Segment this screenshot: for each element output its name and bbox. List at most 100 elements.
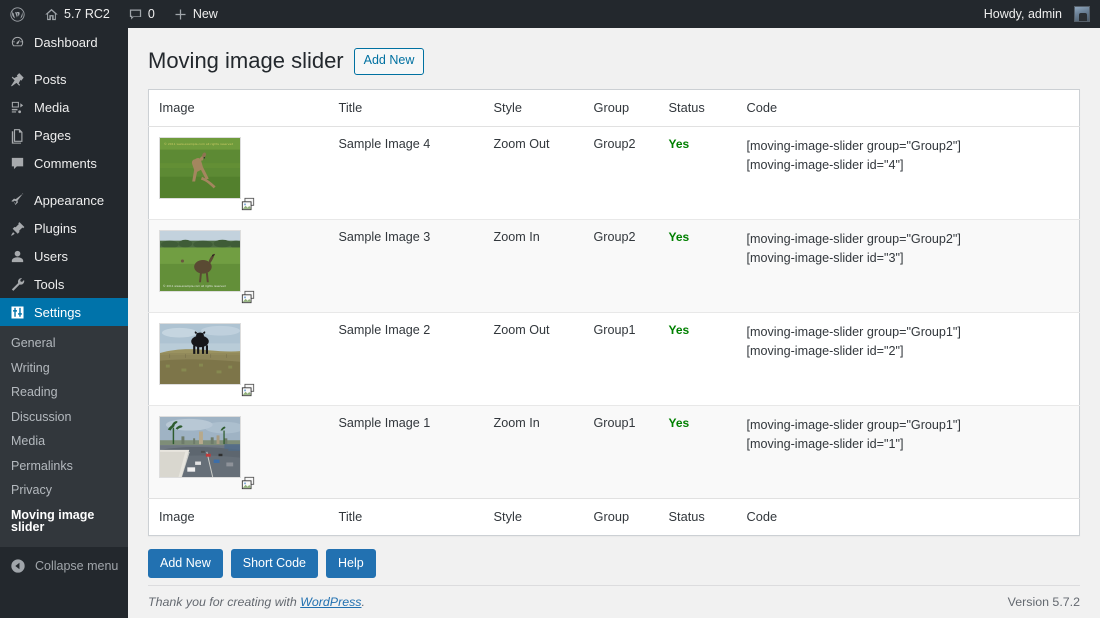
submenu-item-media[interactable]: Media bbox=[0, 429, 128, 454]
adminbar-comment-count: 0 bbox=[147, 7, 155, 21]
column-footer-title[interactable]: Title bbox=[328, 497, 484, 536]
help-button[interactable]: Help bbox=[325, 548, 376, 578]
sidebar-item-media[interactable]: Media bbox=[0, 93, 128, 121]
column-footer-status[interactable]: Status bbox=[658, 497, 737, 536]
page-title: Moving image slider bbox=[148, 48, 344, 73]
footer-version: Version 5.7.2 bbox=[1007, 595, 1080, 609]
cell-status: Yes bbox=[658, 219, 737, 313]
column-header-image[interactable]: Image bbox=[148, 89, 329, 127]
sidebar-item-pages[interactable]: Pages bbox=[0, 121, 128, 149]
submenu-item-reading[interactable]: Reading bbox=[0, 380, 128, 405]
user-icon bbox=[11, 250, 24, 262]
slider-thumbnail-road[interactable] bbox=[159, 415, 241, 478]
shortcode-group: [moving-image-slider group="Group1"] bbox=[746, 417, 961, 432]
column-header-style[interactable]: Style bbox=[483, 89, 584, 127]
short-code-button[interactable]: Short Code bbox=[230, 548, 318, 578]
adminbar-site-name[interactable]: 5.7 RC2 bbox=[35, 0, 119, 28]
duplicate-image-icon[interactable] bbox=[241, 476, 255, 490]
main-content: Moving image slider Add New Image Title … bbox=[128, 28, 1100, 618]
avatar bbox=[1074, 6, 1090, 22]
plugins-icon bbox=[11, 221, 25, 236]
sidebar-item-label: Pages bbox=[34, 127, 71, 143]
column-header-code[interactable]: Code bbox=[736, 89, 1080, 127]
shortcode-id: [moving-image-slider id="3"] bbox=[746, 251, 904, 266]
paintbrush-icon bbox=[11, 192, 24, 205]
menu-separator bbox=[0, 56, 128, 65]
sidebar-item-appearance[interactable]: Appearance bbox=[0, 186, 128, 214]
submenu-item-writing[interactable]: Writing bbox=[0, 356, 128, 381]
status-badge: Yes bbox=[668, 229, 690, 244]
adminbar-wp-logo-menu[interactable] bbox=[0, 0, 35, 28]
pages-icon bbox=[11, 128, 23, 144]
adminbar-new-content[interactable]: New bbox=[164, 0, 227, 28]
shortcode-group: [moving-image-slider group="Group1"] bbox=[746, 324, 961, 339]
footer-thanks-suffix: . bbox=[361, 595, 365, 609]
column-footer-style[interactable]: Style bbox=[483, 497, 584, 536]
thumbnail-wrapper: © 2011 www.example.com all rights reserv… bbox=[159, 229, 255, 303]
admin-bar: 5.7 RC2 0 New Howdy, admin bbox=[0, 0, 1100, 28]
table-row: Sample Image 2 Zoom Out Group1 Yes [movi… bbox=[148, 312, 1080, 406]
sidebar-item-comments[interactable]: Comments bbox=[0, 149, 128, 177]
table-header-row: Image Title Style Group Status Code bbox=[148, 89, 1080, 127]
sidebar-item-label: Comments bbox=[34, 155, 97, 171]
add-new-button[interactable]: Add New bbox=[148, 548, 223, 578]
column-footer-code[interactable]: Code bbox=[736, 497, 1080, 536]
settings-sliders-icon bbox=[11, 305, 24, 319]
sidebar-item-tools[interactable]: Tools bbox=[0, 270, 128, 298]
submenu-item-moving-image-slider[interactable]: Moving image slider bbox=[0, 503, 128, 540]
cell-code: [moving-image-slider group="Group2"] [mo… bbox=[736, 126, 1080, 220]
footer-thanks-prefix: Thank you for creating with bbox=[148, 595, 301, 609]
adminbar-comments[interactable]: 0 bbox=[119, 0, 164, 28]
column-header-status[interactable]: Status bbox=[658, 89, 737, 127]
pin-icon bbox=[11, 72, 24, 86]
sidebar-item-users[interactable]: Users bbox=[0, 242, 128, 270]
cell-code: [moving-image-slider group="Group2"] [mo… bbox=[736, 219, 1080, 313]
submenu-item-permalinks[interactable]: Permalinks bbox=[0, 454, 128, 479]
page-header: Moving image slider Add New bbox=[148, 38, 1080, 89]
collapse-menu-button[interactable]: Collapse menu bbox=[0, 547, 128, 585]
sidebar-item-label: Dashboard bbox=[34, 34, 98, 50]
table-row: © 2011 www.example.com all rights reserv… bbox=[148, 126, 1080, 220]
slider-thumbnail-emu[interactable]: © 2011 www.example.com all rights reserv… bbox=[159, 229, 241, 292]
sidebar-item-label: Posts bbox=[34, 71, 67, 87]
cell-style: Zoom In bbox=[483, 219, 584, 313]
column-header-title[interactable]: Title bbox=[328, 89, 484, 127]
table-row: Sample Image 1 Zoom In Group1 Yes [movin… bbox=[148, 405, 1080, 499]
submenu-item-privacy[interactable]: Privacy bbox=[0, 478, 128, 503]
menu-separator bbox=[0, 177, 128, 186]
table-body: © 2011 www.example.com all rights reserv… bbox=[148, 126, 1080, 499]
column-header-group[interactable]: Group bbox=[583, 89, 659, 127]
shortcode-id: [moving-image-slider id="4"] bbox=[746, 158, 904, 173]
collapse-menu-label: Collapse menu bbox=[35, 558, 119, 573]
sidebar-item-posts[interactable]: Posts bbox=[0, 65, 128, 93]
add-new-button-top[interactable]: Add New bbox=[353, 48, 425, 75]
table-footer-row: Image Title Style Group Status Code bbox=[148, 497, 1080, 536]
submenu-item-discussion[interactable]: Discussion bbox=[0, 405, 128, 430]
duplicate-image-icon[interactable] bbox=[241, 383, 255, 397]
cell-title: Sample Image 1 bbox=[328, 405, 484, 499]
footer-thanks: Thank you for creating with WordPress. bbox=[148, 595, 365, 609]
shortcode-group: [moving-image-slider group="Group2"] bbox=[746, 231, 961, 246]
sidebar-item-settings[interactable]: Settings bbox=[0, 298, 136, 326]
cell-code: [moving-image-slider group="Group1"] [mo… bbox=[736, 405, 1080, 499]
slider-thumbnail-kangaroo[interactable]: © 2011 www.example.com all rights reserv… bbox=[159, 136, 241, 199]
sidebar-item-dashboard[interactable]: Dashboard bbox=[0, 28, 128, 56]
cell-group: Group2 bbox=[583, 126, 659, 220]
cell-group: Group2 bbox=[583, 219, 659, 313]
cell-image bbox=[148, 405, 329, 499]
adminbar-my-account[interactable]: Howdy, admin bbox=[975, 0, 1100, 28]
comment-bubble-icon bbox=[128, 7, 143, 22]
duplicate-image-icon[interactable] bbox=[241, 290, 255, 304]
slider-thumbnail-cow[interactable] bbox=[159, 322, 241, 385]
wrench-icon bbox=[11, 277, 25, 291]
duplicate-image-icon[interactable] bbox=[241, 197, 255, 211]
wordpress-link[interactable]: WordPress bbox=[300, 595, 361, 609]
cell-status: Yes bbox=[658, 126, 737, 220]
sidebar-item-label: Settings bbox=[34, 304, 81, 320]
home-icon bbox=[44, 7, 59, 22]
column-footer-group[interactable]: Group bbox=[583, 497, 659, 536]
column-footer-image[interactable]: Image bbox=[148, 497, 329, 536]
cell-image: © 2011 www.example.com all rights reserv… bbox=[148, 219, 329, 313]
sidebar-item-plugins[interactable]: Plugins bbox=[0, 214, 128, 242]
submenu-item-general[interactable]: General bbox=[0, 331, 128, 356]
